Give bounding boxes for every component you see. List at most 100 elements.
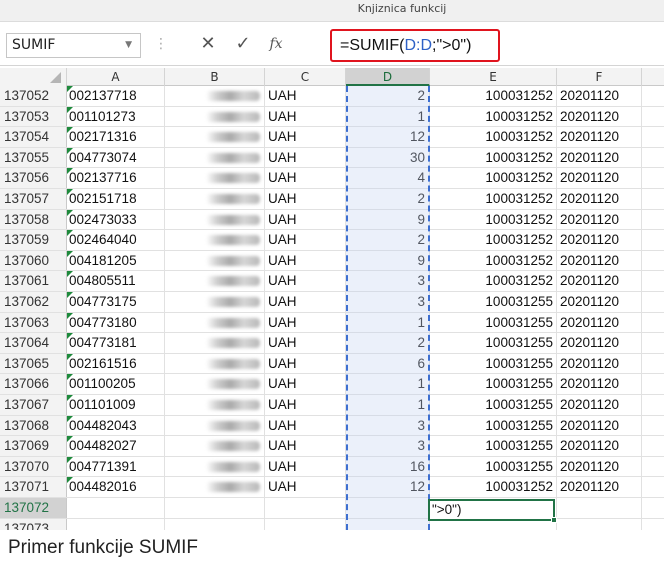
cell-b[interactable] xyxy=(165,250,265,271)
cell-c[interactable]: UAH xyxy=(265,436,346,456)
row-header[interactable]: 137060 xyxy=(0,250,67,271)
cell-f[interactable] xyxy=(557,518,642,530)
cell-a[interactable]: 002464040 xyxy=(67,230,165,250)
cell-d[interactable]: 6 xyxy=(346,353,430,374)
cell-d[interactable]: 2 xyxy=(346,86,430,106)
cell-c[interactable]: UAH xyxy=(265,189,346,209)
cell-f[interactable]: 20201120 xyxy=(557,86,642,106)
cell-d[interactable]: 9 xyxy=(346,209,430,230)
cell-b[interactable] xyxy=(165,168,265,188)
cell-c[interactable]: UAH xyxy=(265,395,346,415)
cell-g[interactable] xyxy=(642,189,664,209)
column-header-e[interactable]: E xyxy=(430,68,557,86)
row-header[interactable]: 137067 xyxy=(0,395,67,415)
cell-e[interactable]: 100031255 xyxy=(430,292,557,312)
row-header[interactable]: 137062 xyxy=(0,292,67,312)
cell-b[interactable] xyxy=(165,127,265,147)
cell-d[interactable]: 16 xyxy=(346,456,430,477)
cell-b[interactable] xyxy=(165,86,265,106)
cell-c[interactable]: UAH xyxy=(265,147,346,168)
cell-b[interactable] xyxy=(165,436,265,456)
cell-d[interactable] xyxy=(346,518,430,530)
cell-e[interactable]: 100031252 xyxy=(430,147,557,168)
cell-d[interactable]: 1 xyxy=(346,312,430,333)
cell-d[interactable]: 2 xyxy=(346,189,430,209)
cell-f[interactable]: 20201120 xyxy=(557,415,642,436)
cell-d[interactable]: 1 xyxy=(346,395,430,415)
column-header-c[interactable]: C xyxy=(265,68,346,86)
cell-e[interactable]: 100031252 xyxy=(430,127,557,147)
cell-b[interactable] xyxy=(165,395,265,415)
close-icon[interactable]: ✕ xyxy=(196,32,220,56)
cell-g[interactable] xyxy=(642,477,664,497)
cell-a[interactable]: 002161516 xyxy=(67,353,165,374)
column-header-f[interactable]: F xyxy=(557,68,642,86)
cell-a[interactable]: 002151718 xyxy=(67,189,165,209)
cell-c[interactable]: UAH xyxy=(265,415,346,436)
cell-d[interactable]: 2 xyxy=(346,230,430,250)
cell-f[interactable]: 20201120 xyxy=(557,168,642,188)
cell-c[interactable]: UAH xyxy=(265,127,346,147)
cell-f[interactable]: 20201120 xyxy=(557,456,642,477)
cell-f[interactable]: 20201120 xyxy=(557,106,642,127)
cell-f[interactable]: 20201120 xyxy=(557,333,642,353)
cell-a[interactable]: 004773180 xyxy=(67,312,165,333)
cell-e[interactable]: 100031255 xyxy=(430,333,557,353)
cell-d[interactable]: 12 xyxy=(346,477,430,497)
cell-a[interactable] xyxy=(67,498,165,518)
cell-g[interactable] xyxy=(642,148,664,168)
column-header-b[interactable]: B xyxy=(165,68,265,86)
column-header-g[interactable] xyxy=(642,68,664,86)
cell-d[interactable]: 4 xyxy=(346,168,430,188)
cell-b[interactable] xyxy=(165,374,265,394)
cell-g[interactable] xyxy=(642,395,664,415)
cell-b[interactable] xyxy=(165,415,265,436)
cell-f[interactable]: 20201120 xyxy=(557,374,642,394)
cell-e[interactable]: 100031252 xyxy=(430,230,557,250)
row-header[interactable]: 137061 xyxy=(0,271,67,291)
fill-handle[interactable] xyxy=(551,517,557,523)
cell-d[interactable]: 9 xyxy=(346,250,430,271)
check-icon[interactable]: ✓ xyxy=(231,32,255,56)
column-header-d[interactable]: D xyxy=(346,68,430,86)
cell-g[interactable] xyxy=(642,313,664,333)
cell-a[interactable]: 002137716 xyxy=(67,168,165,188)
cell-g[interactable] xyxy=(642,86,664,106)
row-header[interactable]: 137063 xyxy=(0,312,67,333)
row-header[interactable]: 137059 xyxy=(0,230,67,250)
cell-g[interactable] xyxy=(642,519,664,530)
cell-a[interactable]: 001100205 xyxy=(67,374,165,394)
cell-f[interactable]: 20201120 xyxy=(557,189,642,209)
cell-g[interactable] xyxy=(642,416,664,436)
row-header[interactable]: 137065 xyxy=(0,353,67,374)
cell-b[interactable] xyxy=(165,106,265,127)
row-header[interactable]: 137068 xyxy=(0,415,67,436)
cell-a[interactable]: 004771391 xyxy=(67,456,165,477)
cell-f[interactable]: 20201120 xyxy=(557,127,642,147)
cell-e[interactable]: 100031252 xyxy=(430,168,557,188)
cell-c[interactable]: UAH xyxy=(265,168,346,188)
cell-d[interactable]: 12 xyxy=(346,127,430,147)
cell-a[interactable]: 002473033 xyxy=(67,209,165,230)
cell-a[interactable]: 001101009 xyxy=(67,395,165,415)
cell-f[interactable]: 20201120 xyxy=(557,312,642,333)
cell-b[interactable] xyxy=(165,209,265,230)
cell-a[interactable]: 004181205 xyxy=(67,250,165,271)
cell-d[interactable]: 3 xyxy=(346,415,430,436)
cell-a[interactable]: 004773175 xyxy=(67,292,165,312)
cell-f[interactable]: 20201120 xyxy=(557,230,642,250)
row-header[interactable]: 137052 xyxy=(0,86,67,106)
cell-e[interactable]: 100031252 xyxy=(430,106,557,127)
cell-c[interactable]: UAH xyxy=(265,292,346,312)
cell-f[interactable] xyxy=(557,498,642,518)
cell-g[interactable] xyxy=(642,210,664,230)
cell-g[interactable] xyxy=(642,292,664,312)
column-header-a[interactable]: A xyxy=(67,68,165,86)
row-header[interactable]: 137056 xyxy=(0,168,67,188)
cell-g[interactable] xyxy=(642,333,664,353)
active-cell[interactable]: ">0") xyxy=(428,499,557,523)
cell-b[interactable] xyxy=(165,456,265,477)
cell-e[interactable]: 100031252 xyxy=(430,189,557,209)
cell-b[interactable] xyxy=(165,333,265,353)
cell-d[interactable]: 1 xyxy=(346,374,430,394)
